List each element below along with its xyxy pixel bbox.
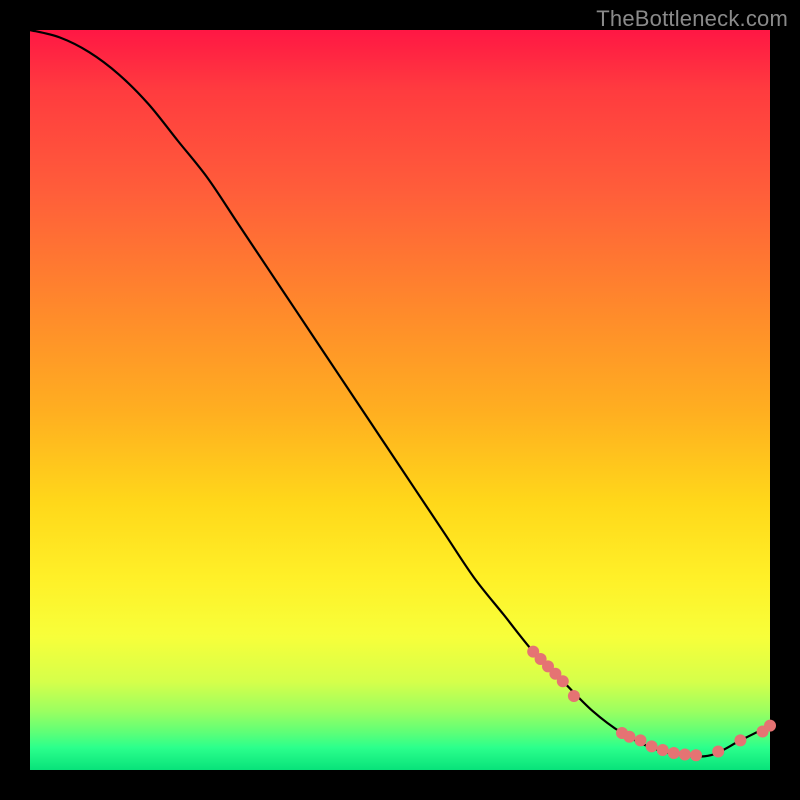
curve-marker (712, 746, 724, 758)
bottleneck-curve-line (30, 30, 770, 757)
curve-marker (734, 734, 746, 746)
curve-marker (635, 734, 647, 746)
curve-marker (623, 731, 635, 743)
curve-svg (30, 30, 770, 770)
curve-markers (527, 646, 776, 762)
chart-stage: TheBottleneck.com (0, 0, 800, 800)
curve-marker (690, 749, 702, 761)
plot-area (30, 30, 770, 770)
curve-marker (764, 720, 776, 732)
curve-marker (646, 740, 658, 752)
curve-marker (668, 747, 680, 759)
curve-marker (568, 690, 580, 702)
curve-marker (679, 748, 691, 760)
watermark-text: TheBottleneck.com (596, 6, 788, 32)
curve-marker (557, 675, 569, 687)
curve-marker (657, 744, 669, 756)
